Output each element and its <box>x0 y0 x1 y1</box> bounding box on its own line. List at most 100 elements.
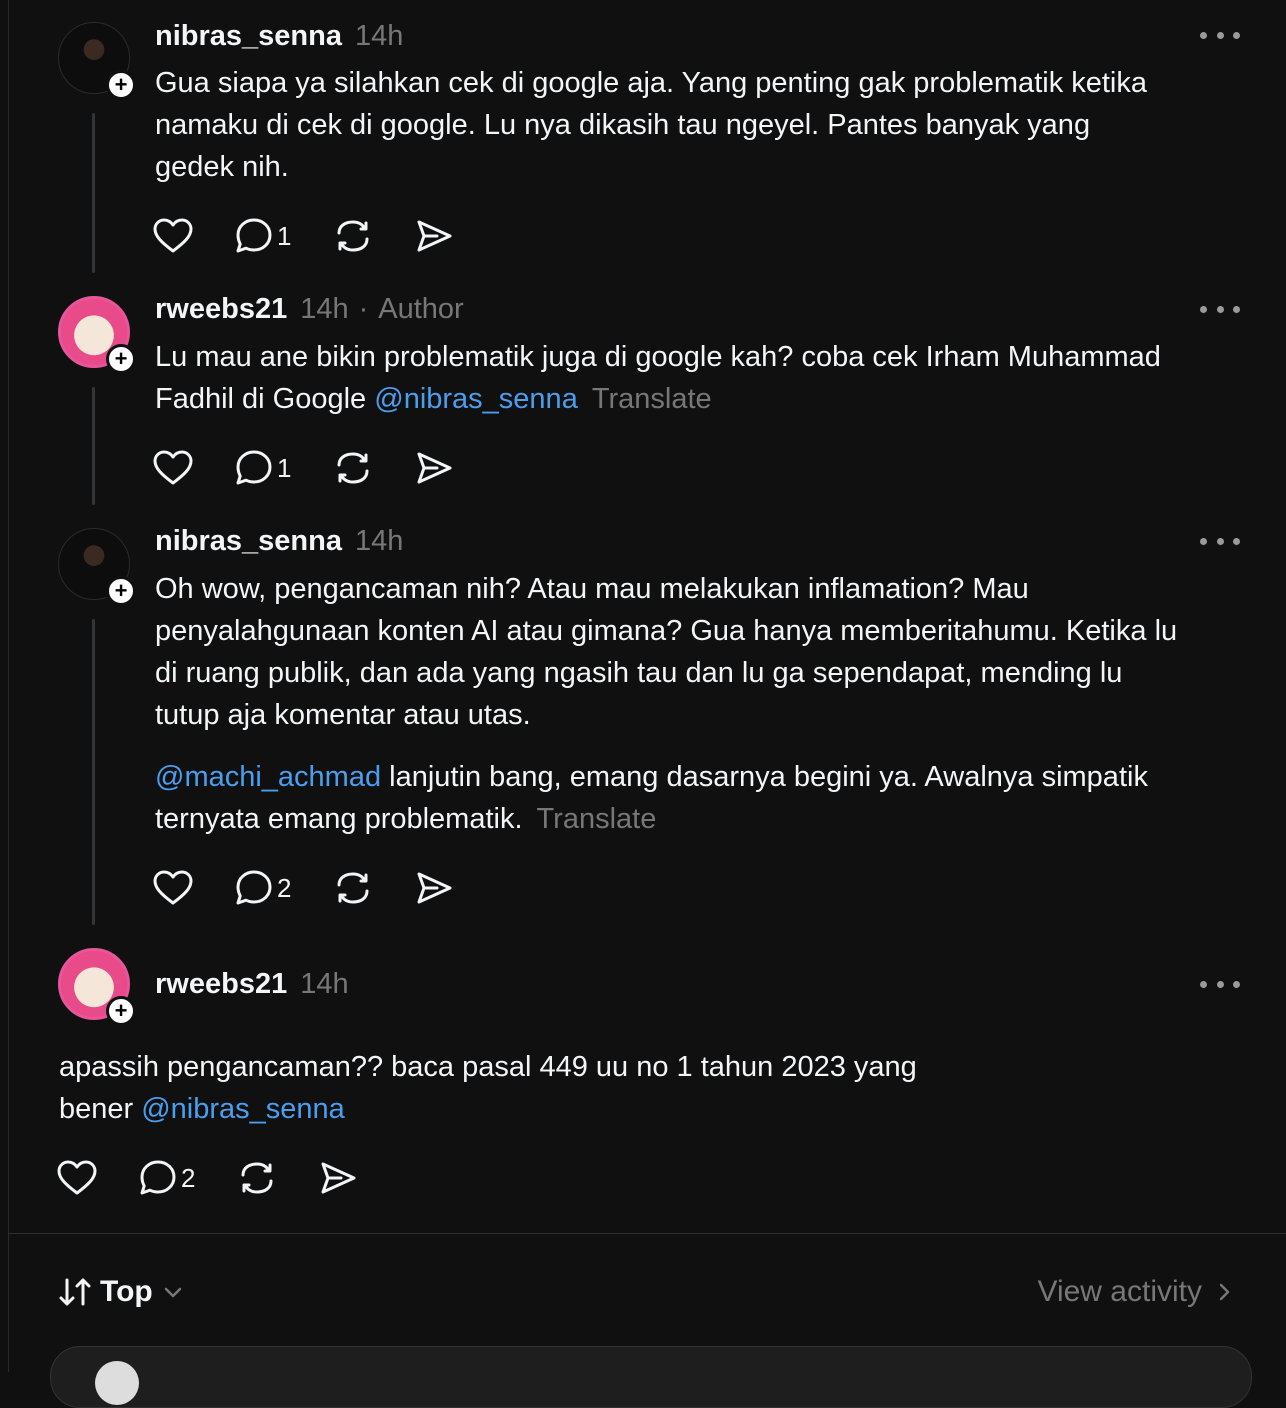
username[interactable]: nibras_senna <box>155 525 342 558</box>
share-button[interactable] <box>319 1160 357 1196</box>
text-line: di ruang publik, dan ada yang ngasih tau… <box>155 657 1123 689</box>
comment-button[interactable]: 1 <box>235 217 291 255</box>
more-icon[interactable] <box>1200 531 1240 551</box>
comment-icon <box>236 450 272 485</box>
heart-icon <box>153 450 193 485</box>
timestamp[interactable]: 14h <box>300 293 348 326</box>
post-header: rweebs21 14h · Author <box>155 289 464 329</box>
text-line: tutup aja komentar atau utas. <box>155 699 531 731</box>
follow-plus-icon[interactable]: + <box>106 344 136 374</box>
share-button[interactable] <box>415 870 453 906</box>
text-line: ternyata emang problematik. Translate <box>155 798 1177 840</box>
heart-icon <box>153 870 193 905</box>
share-button[interactable] <box>415 218 453 254</box>
translate-link[interactable]: Translate <box>537 803 657 835</box>
text-segment: Fadhil di Google <box>155 383 375 415</box>
mention-link[interactable]: @machi_achmad <box>155 761 381 793</box>
thread-line <box>92 619 95 925</box>
repost-button[interactable] <box>333 217 373 255</box>
text-line: bener @nibras_senna <box>59 1088 917 1130</box>
heart-icon <box>153 218 193 253</box>
repost-button[interactable] <box>237 1159 277 1197</box>
left-border <box>8 0 9 1372</box>
comment-button[interactable]: 2 <box>139 1159 195 1197</box>
like-button[interactable] <box>153 450 193 486</box>
avatar[interactable]: + <box>58 528 136 606</box>
post-text: Oh wow, pengancaman nih? Atau mau melaku… <box>155 568 1177 840</box>
repost-button[interactable] <box>333 449 373 487</box>
comment-button[interactable]: 2 <box>235 869 291 907</box>
timestamp[interactable]: 14h <box>355 20 403 53</box>
mention-link[interactable]: @nibras_senna <box>141 1093 345 1125</box>
post-text: Gua siapa ya silahkan cek di google aja.… <box>155 62 1147 188</box>
text-line: @machi_achmad lanjutin bang, emang dasar… <box>155 756 1177 798</box>
view-activity-label: View activity <box>1037 1275 1202 1308</box>
repost-icon <box>241 1162 273 1194</box>
sort-icon <box>59 1278 91 1306</box>
avatar[interactable]: + <box>58 296 136 374</box>
like-button[interactable] <box>153 218 193 254</box>
action-bar: 2 <box>57 1156 399 1200</box>
chevron-right-icon <box>1219 1283 1230 1301</box>
repost-icon <box>337 452 369 484</box>
username[interactable]: rweebs21 <box>155 968 287 1001</box>
reply-count: 1 <box>277 452 292 483</box>
follow-plus-icon[interactable]: + <box>106 576 136 606</box>
thread-line <box>92 113 95 273</box>
comment-icon <box>140 1160 176 1195</box>
like-button[interactable] <box>153 870 193 906</box>
translate-link[interactable]: Translate <box>592 383 712 415</box>
repost-button[interactable] <box>333 869 373 907</box>
reply-composer[interactable] <box>50 1346 1252 1408</box>
text-line: gedek nih. <box>155 151 289 183</box>
more-icon[interactable] <box>1200 25 1240 45</box>
more-icon[interactable] <box>1200 974 1240 994</box>
post-text: apassih pengancaman?? baca pasal 449 uu … <box>59 1046 917 1130</box>
separator: · <box>358 292 369 325</box>
repost-icon <box>337 872 369 904</box>
text-line: Fadhil di Google @nibras_senna Translate <box>155 378 1161 420</box>
username[interactable]: nibras_senna <box>155 20 342 53</box>
action-bar: 1 <box>153 446 495 490</box>
share-icon <box>417 452 452 484</box>
post-header: nibras_senna 14h <box>155 16 403 56</box>
text-line: Oh wow, pengancaman nih? Atau mau melaku… <box>155 573 1029 605</box>
sort-dropdown[interactable]: Top <box>58 1270 185 1314</box>
thread-line <box>92 387 95 505</box>
text-segment: bener <box>59 1093 142 1125</box>
post-header: rweebs21 14h <box>155 964 349 1004</box>
avatar[interactable]: + <box>58 948 136 1026</box>
text-line: Lu mau ane bikin problematik juga di goo… <box>155 341 1161 373</box>
mention-link[interactable]: @nibras_senna <box>374 383 578 415</box>
text-segment: lanjutin bang, emang dasarnya begini ya.… <box>381 761 1148 793</box>
follow-plus-icon[interactable]: + <box>106 996 136 1026</box>
view-activity-link[interactable]: View activity <box>1037 1270 1236 1314</box>
avatar[interactable]: + <box>58 22 136 100</box>
timestamp[interactable]: 14h <box>300 968 348 1001</box>
like-button[interactable] <box>57 1160 97 1196</box>
comment-button[interactable]: 1 <box>235 449 291 487</box>
reply-count: 2 <box>181 1162 196 1193</box>
share-icon <box>417 220 452 252</box>
share-icon <box>417 872 452 904</box>
text-line: namaku di cek di google. Lu nya dikasih … <box>155 109 1091 141</box>
username[interactable]: rweebs21 <box>155 293 287 326</box>
more-icon[interactable] <box>1200 299 1240 319</box>
reply-count: 2 <box>277 872 292 903</box>
reply-count: 1 <box>277 220 292 251</box>
chevron-down-icon <box>164 1287 181 1298</box>
text-line: apassih pengancaman?? baca pasal 449 uu … <box>59 1051 917 1083</box>
follow-plus-icon[interactable]: + <box>106 70 136 100</box>
action-bar: 1 <box>153 214 495 258</box>
repost-icon <box>337 220 369 252</box>
post-text: Lu mau ane bikin problematik juga di goo… <box>155 336 1161 420</box>
comment-icon <box>236 870 272 905</box>
timestamp[interactable]: 14h <box>355 525 403 558</box>
avatar <box>95 1361 139 1405</box>
action-bar: 2 <box>153 866 495 910</box>
sort-label: Top <box>100 1275 153 1308</box>
text-segment: ternyata emang problematik. <box>155 803 523 835</box>
comment-icon <box>236 218 272 253</box>
heart-icon <box>57 1160 97 1195</box>
share-button[interactable] <box>415 450 453 486</box>
